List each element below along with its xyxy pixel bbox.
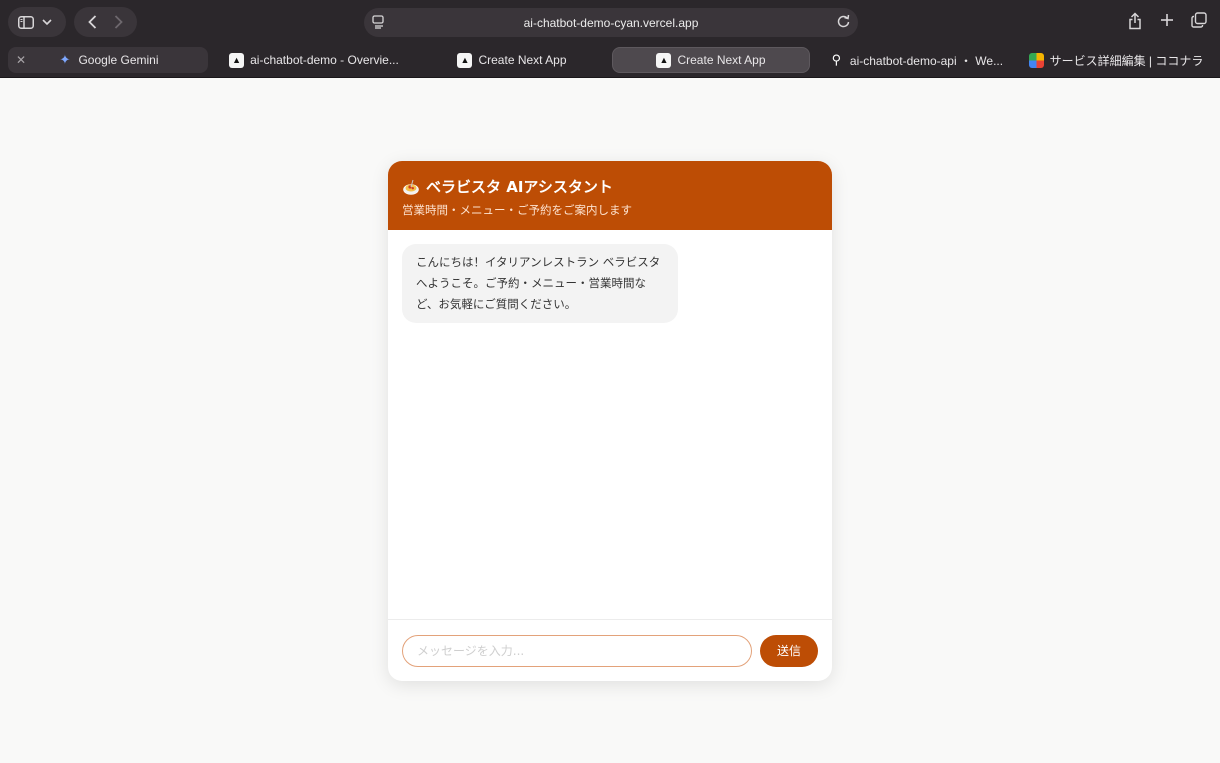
chat-title-row: ベラビスタ AIアシスタント [402, 176, 818, 197]
tab-ai-chatbot-demo-overview[interactable]: ▲ ai-chatbot-demo - Overvie... [214, 47, 414, 73]
message-input[interactable] [402, 634, 752, 667]
tab-coconala[interactable]: サービス詳細編集 | ココナラ [1018, 47, 1214, 73]
back-arrow-icon[interactable] [88, 15, 97, 29]
tab-ai-chatbot-demo-api[interactable]: ⚲ ai-chatbot-demo-api ・ We... [816, 47, 1016, 73]
sidebar-toggle-button[interactable] [8, 7, 66, 37]
tab-google-gemini[interactable]: ✕ ✦ Google Gemini [8, 47, 208, 73]
tab-label: Google Gemini [78, 53, 159, 67]
navigation-buttons [74, 7, 137, 37]
vercel-triangle-icon: ▲ [457, 52, 473, 68]
tab-label: Create Next App [677, 53, 766, 67]
tab-overview-icon[interactable] [1190, 12, 1208, 35]
send-button[interactable]: 送信 [760, 634, 818, 667]
message-composer: 送信 [388, 619, 832, 681]
sidebar-icon [18, 15, 34, 29]
tab-create-next-app[interactable]: ▲ Create Next App [412, 47, 612, 73]
url-text: ai-chatbot-demo-cyan.vercel.app [523, 15, 699, 30]
tab-create-next-app-active[interactable]: ▲ Create Next App [612, 47, 810, 73]
assistant-message: こんにちは！イタリアンレストラン ベラビスタへようこそ。ご予約・メニュー・営業時… [402, 244, 678, 323]
gemini-sparkle-icon: ✦ [59, 52, 71, 67]
tab-label: Create Next App [478, 53, 567, 67]
chat-subtitle: 営業時間・メニュー・ご予約をご案内します [402, 203, 632, 217]
address-bar[interactable]: ai-chatbot-demo-cyan.vercel.app [364, 8, 858, 37]
tab-label: サービス詳細編集 | ココナラ [1049, 53, 1204, 68]
message-list: こんにちは！イタリアンレストラン ベラビスタへようこそ。ご予約・メニュー・営業時… [388, 230, 832, 620]
vercel-triangle-icon: ▲ [656, 52, 672, 68]
page-settings-icon[interactable] [372, 15, 386, 29]
tab-label: ai-chatbot-demo - Overvie... [250, 53, 399, 67]
chevron-down-icon[interactable] [42, 18, 52, 26]
vercel-triangle-icon: ▲ [229, 52, 245, 68]
toolbar-actions [1126, 12, 1208, 35]
share-icon[interactable] [1126, 12, 1144, 35]
railway-icon: ⚲ [831, 52, 842, 67]
chat-widget: ベラビスタ AIアシスタント 営業時間・メニュー・ご予約をご案内します こんにち… [388, 161, 832, 681]
spaghetti-icon [403, 179, 419, 195]
forward-arrow-icon[interactable] [114, 15, 123, 29]
chat-header: ベラビスタ AIアシスタント 営業時間・メニュー・ご予約をご案内します [388, 161, 832, 230]
close-tab-icon[interactable]: ✕ [16, 53, 26, 67]
coconala-icon [1028, 52, 1044, 68]
chat-title: ベラビスタ AIアシスタント [426, 178, 613, 196]
new-tab-icon[interactable] [1158, 12, 1176, 35]
tab-label: ai-chatbot-demo-api ・ We... [849, 53, 1004, 68]
browser-toolbar: ai-chatbot-demo-cyan.vercel.app [0, 0, 1220, 44]
tab-bar: ✕ ✦ Google Gemini ▲ ai-chatbot-demo - Ov… [0, 44, 1220, 78]
reload-icon[interactable] [837, 14, 850, 32]
